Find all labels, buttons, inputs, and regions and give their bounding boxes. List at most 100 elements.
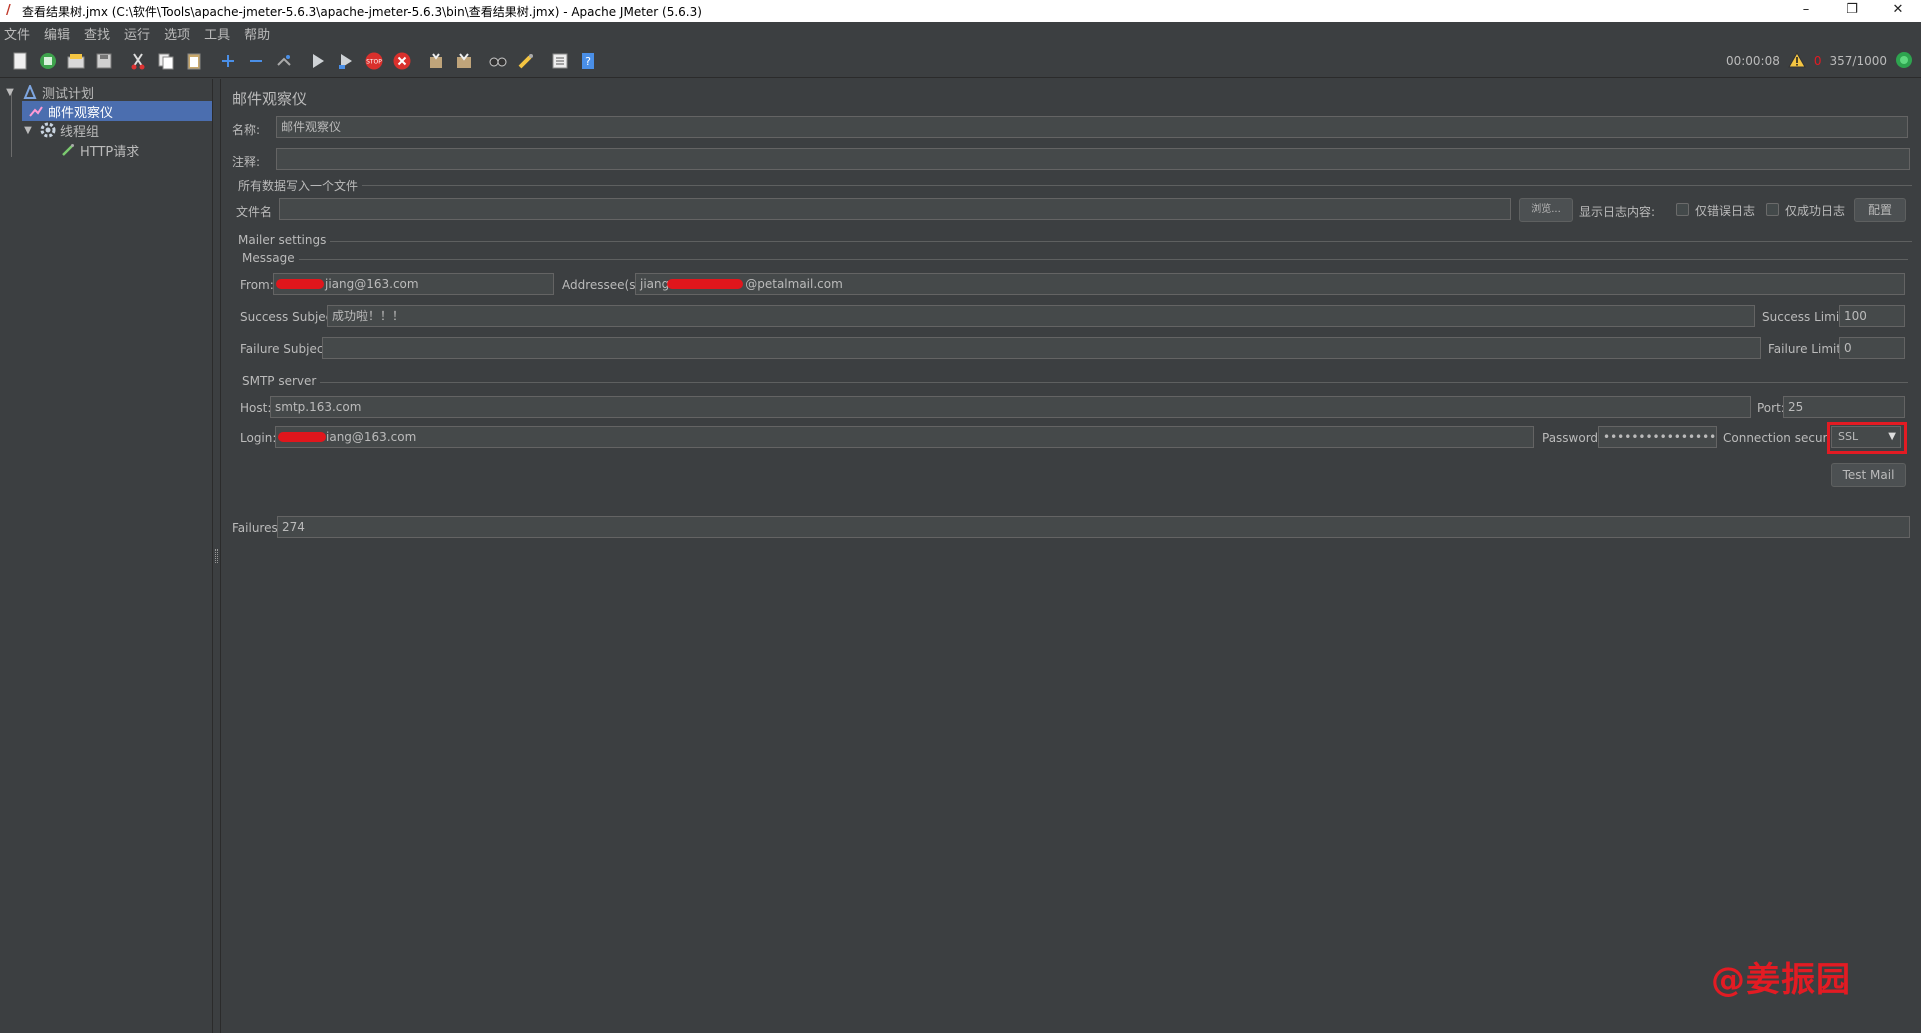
- redaction-mark: [278, 432, 326, 442]
- errors-only-label: 仅错误日志: [1695, 204, 1756, 218]
- success-limit-field[interactable]: 100: [1839, 305, 1905, 327]
- chevron-down-icon[interactable]: ▼: [22, 125, 34, 136]
- failure-limit-field[interactable]: 0: [1839, 337, 1905, 359]
- addressee-field[interactable]: jiang @petalmail.com: [635, 273, 1905, 295]
- shutdown-icon[interactable]: [390, 49, 414, 73]
- success-subject-field[interactable]: 成功啦！！！: [327, 305, 1755, 327]
- redaction-mark: [667, 279, 743, 289]
- running-status-icon: [1895, 51, 1913, 72]
- tree-node-thread-group[interactable]: ▼ 线程组: [22, 120, 212, 140]
- search-icon[interactable]: [486, 49, 510, 73]
- mailer-visualizer-panel: 邮件观察仪 名称: 邮件观察仪 注释: 所有数据写入一个文件 文件名 浏览...…: [222, 79, 1921, 1033]
- minimize-button[interactable]: –: [1783, 0, 1829, 22]
- clear-icon[interactable]: [424, 49, 448, 73]
- templates-icon[interactable]: [36, 49, 60, 73]
- window-titlebar: / 查看结果树.jmx (C:\软件\Tools\apache-jmeter-5…: [0, 0, 1921, 22]
- password-field[interactable]: ••••••••••••••••: [1598, 426, 1717, 448]
- splitter-grip-icon[interactable]: [215, 549, 218, 563]
- tree-node-http-request[interactable]: HTTP请求: [60, 140, 210, 160]
- host-field[interactable]: smtp.163.com: [270, 396, 1751, 418]
- paste-icon[interactable]: [182, 49, 206, 73]
- comment-label: 注释:: [232, 155, 261, 169]
- page-title: 邮件观察仪: [232, 90, 308, 108]
- toggle-icon[interactable]: [272, 49, 296, 73]
- highlight-annotation: [1827, 422, 1907, 454]
- menu-run[interactable]: 运行: [124, 24, 150, 43]
- log-display-label: 显示日志内容:: [1579, 205, 1656, 219]
- menu-search[interactable]: 查找: [84, 24, 110, 43]
- toolbar: STOP ? 00:00:08 0 357/1000: [0, 44, 1921, 78]
- window-title: 查看结果树.jmx (C:\软件\Tools\apache-jmeter-5.6…: [22, 4, 702, 19]
- comment-field[interactable]: [276, 148, 1910, 170]
- name-field[interactable]: 邮件观察仪: [276, 116, 1908, 138]
- open-icon[interactable]: [64, 49, 88, 73]
- menu-bar: 文件 编辑 查找 运行 选项 工具 帮助: [0, 22, 1921, 44]
- file-section-title: 所有数据写入一个文件: [238, 177, 363, 194]
- elapsed-time: 00:00:08: [1725, 54, 1780, 68]
- svg-text:?: ?: [585, 55, 591, 68]
- addressee-suffix: @petalmail.com: [745, 277, 843, 291]
- cut-icon[interactable]: [126, 49, 150, 73]
- new-icon[interactable]: [8, 49, 32, 73]
- close-button[interactable]: ✕: [1875, 0, 1921, 22]
- configure-button[interactable]: 配置: [1854, 198, 1906, 222]
- success-limit-label: Success Limit:: [1762, 310, 1848, 324]
- addressee-label: Addressee(s):: [562, 278, 645, 292]
- menu-tools[interactable]: 工具: [204, 24, 230, 43]
- tree-label-mailer-visualizer: 邮件观察仪: [48, 105, 114, 121]
- svg-text:STOP: STOP: [366, 58, 382, 65]
- tree-node-mailer-visualizer[interactable]: 邮件观察仪: [22, 101, 212, 121]
- menu-help[interactable]: 帮助: [244, 24, 270, 43]
- failures-field[interactable]: 274: [277, 516, 1910, 538]
- copy-icon[interactable]: [154, 49, 178, 73]
- start-no-pause-icon[interactable]: [334, 49, 358, 73]
- success-only-checkbox[interactable]: [1766, 203, 1779, 216]
- expand-icon[interactable]: [216, 49, 240, 73]
- filename-field[interactable]: [279, 198, 1511, 220]
- tree-label-thread-group: 线程组: [60, 124, 100, 140]
- thread-count: 357/1000: [1829, 54, 1888, 68]
- name-label: 名称:: [232, 123, 261, 137]
- chevron-down-icon[interactable]: ▼: [4, 87, 16, 98]
- test-mail-button[interactable]: Test Mail: [1831, 463, 1906, 487]
- test-plan-tree: ▼ 测试计划 邮件观察仪 ▼ 线程组 HTTP请求: [0, 79, 213, 1033]
- menu-file[interactable]: 文件: [4, 24, 30, 43]
- redaction-mark: [276, 279, 324, 289]
- message-section-title: Message: [242, 251, 299, 265]
- help-icon[interactable]: ?: [576, 49, 600, 73]
- failure-subject-field[interactable]: [322, 337, 1761, 359]
- port-label: Port:: [1757, 401, 1785, 415]
- login-field[interactable]: iang@163.com: [275, 426, 1534, 448]
- save-icon[interactable]: [92, 49, 116, 73]
- port-field[interactable]: 25: [1783, 396, 1905, 418]
- stop-icon[interactable]: STOP: [362, 49, 386, 73]
- login-label: Login:: [240, 431, 277, 445]
- maximize-button[interactable]: ❐: [1829, 0, 1875, 22]
- function-helper-icon[interactable]: [548, 49, 572, 73]
- start-icon[interactable]: [306, 49, 330, 73]
- tree-node-test-plan[interactable]: ▼ 测试计划: [4, 82, 212, 102]
- errors-only-checkbox[interactable]: [1676, 203, 1689, 216]
- from-label: From:: [240, 278, 274, 292]
- collapse-icon[interactable]: [244, 49, 268, 73]
- tree-label-http-request: HTTP请求: [80, 144, 140, 160]
- password-label: Password:: [1542, 431, 1603, 445]
- warning-count: 0: [1813, 54, 1822, 68]
- failures-label: Failures:: [232, 521, 282, 535]
- menu-edit[interactable]: 编辑: [44, 24, 70, 43]
- panel-splitter[interactable]: [213, 79, 221, 1033]
- success-only-label: 仅成功日志: [1785, 204, 1846, 218]
- mailer-settings-title: Mailer settings: [238, 233, 331, 247]
- watermark-text: @姜振园: [1711, 960, 1851, 1000]
- menu-options[interactable]: 选项: [164, 24, 190, 43]
- host-label: Host:: [240, 401, 272, 415]
- addressee-prefix: jiang: [640, 277, 670, 291]
- smtp-section-title: SMTP server: [242, 374, 321, 388]
- clear-all-icon[interactable]: [452, 49, 476, 73]
- reset-search-icon[interactable]: [514, 49, 538, 73]
- test-plan-icon: [22, 84, 38, 100]
- pipette-icon: [60, 142, 76, 158]
- warning-icon[interactable]: [1787, 51, 1806, 71]
- browse-button[interactable]: 浏览...: [1519, 198, 1573, 222]
- jmeter-feather-icon: /: [6, 3, 11, 18]
